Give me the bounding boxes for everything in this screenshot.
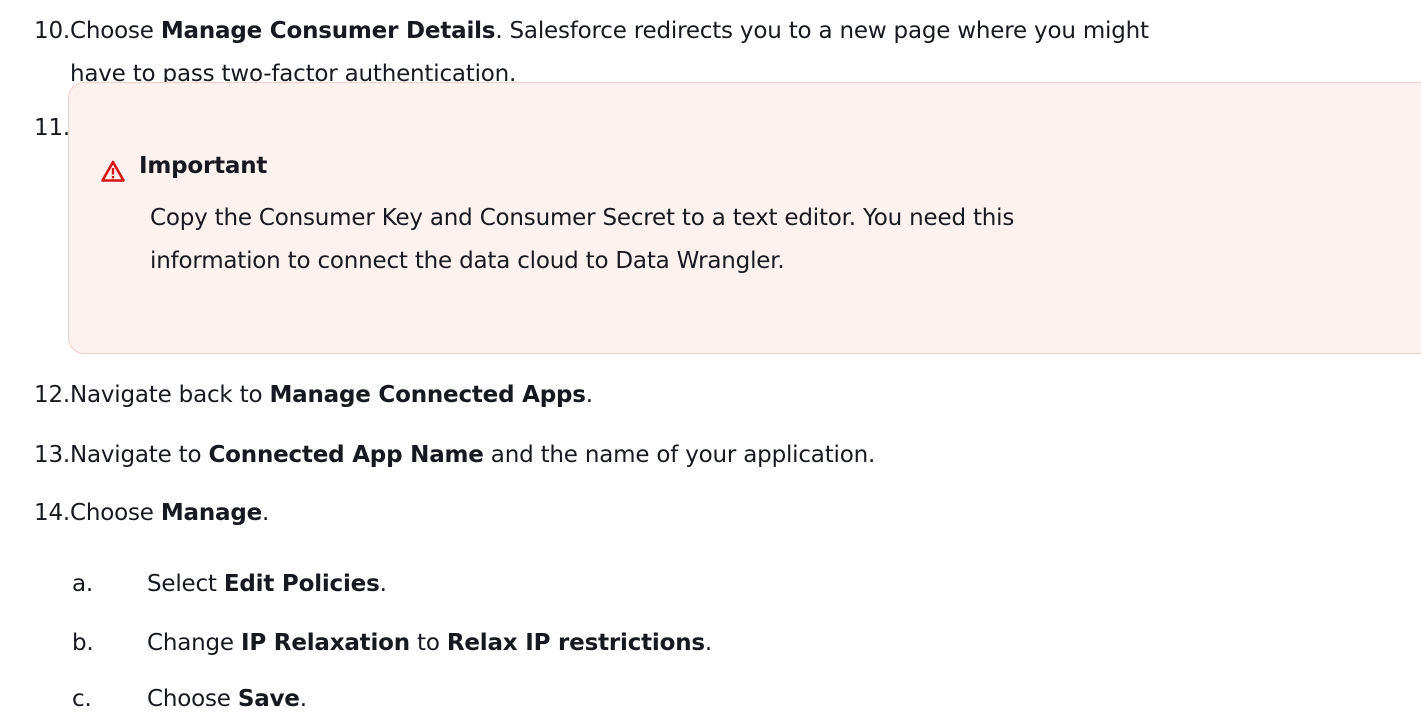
document-page: 10. Choose Manage Consumer Details. Sale… [0, 0, 1421, 712]
important-callout: Important Copy the Consumer Key and Cons… [68, 82, 1421, 354]
text-segment: Choose [70, 18, 161, 44]
ui-term: Edit Policies [223, 571, 380, 597]
step-number: 14. [34, 500, 70, 526]
substep-text: Change IP Relaxation to Relax IP restric… [147, 622, 712, 665]
text-segment: Select [147, 571, 224, 597]
ui-term: IP Relaxation [240, 630, 410, 656]
text-segment: . [262, 500, 270, 526]
step-line: Choose Manage Consumer Details. Salesfor… [70, 10, 1149, 53]
substep-text: Select Edit Policies. [147, 563, 387, 606]
callout-title: Important [139, 153, 268, 179]
step-text: Navigate to Connected App Name and the n… [70, 434, 875, 477]
text-segment: . [299, 686, 307, 712]
ui-term: Manage Connected Apps [269, 382, 586, 408]
step-number: 10. [34, 18, 70, 44]
callout-header: Important [101, 146, 267, 186]
text-segment: . Salesforce redirects you to a new page… [495, 18, 1149, 44]
step-number: 11. [34, 115, 70, 141]
text-segment: Change [147, 630, 241, 656]
text-segment: Choose [147, 686, 238, 712]
callout-line: Copy the Consumer Key and Consumer Secre… [150, 205, 1015, 231]
text-segment: Choose [70, 500, 161, 526]
text-segment: . [379, 571, 387, 597]
substep-text: Choose Save. [147, 678, 307, 721]
ui-term: Manage Consumer Details [160, 18, 496, 44]
text-segment: to [409, 630, 447, 656]
text-segment: and the name of your application. [483, 442, 876, 468]
callout-line: information to connect the data cloud to… [150, 248, 785, 274]
callout-body: Copy the Consumer Key and Consumer Secre… [150, 197, 1014, 283]
step-number: 12. [34, 382, 70, 408]
ui-term: Save [237, 686, 300, 712]
warning-triangle-icon [101, 155, 125, 182]
text-segment: . [704, 630, 712, 656]
text-segment: . [585, 382, 593, 408]
ui-term: Relax IP restrictions [446, 630, 705, 656]
text-segment: Navigate to [70, 442, 209, 468]
step-text: Choose Manage. [70, 492, 269, 535]
step-number: 13. [34, 442, 70, 468]
text-segment: Navigate back to [70, 382, 270, 408]
ui-term: Manage [160, 500, 262, 526]
ui-term: Connected App Name [208, 442, 484, 468]
step-text: Navigate back to Manage Connected Apps. [70, 374, 593, 417]
